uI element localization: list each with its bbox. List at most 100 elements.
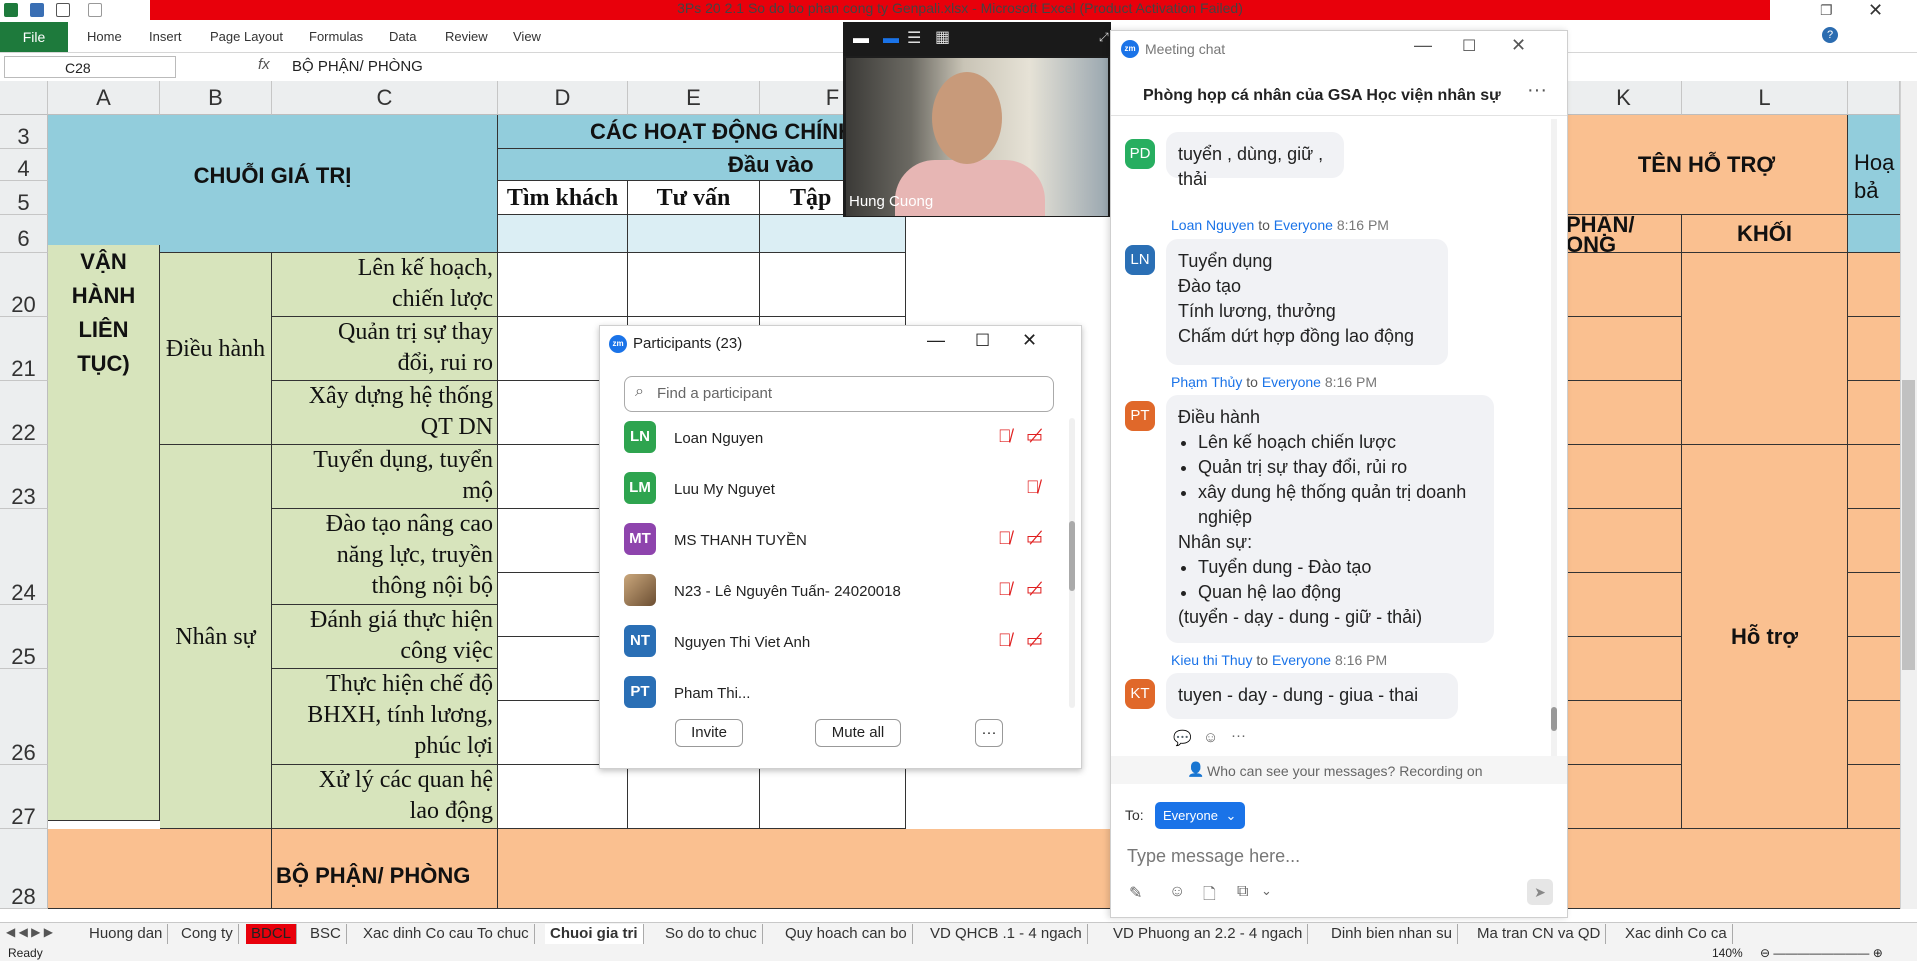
col-header-d[interactable]: D xyxy=(498,81,628,115)
sheet-tab[interactable]: Quy hoach can bo xyxy=(780,924,913,944)
cell-c28[interactable]: BỘ PHẬN/ PHÒNG xyxy=(272,829,498,909)
row-header-23[interactable]: 23 xyxy=(0,445,48,509)
cells-m[interactable] xyxy=(1848,253,1900,829)
minimize-icon[interactable]: ▬ xyxy=(853,30,869,48)
sheet-tab[interactable]: Huong dan xyxy=(84,924,169,944)
tab-data[interactable]: Data xyxy=(389,29,416,44)
cell-nhan-su[interactable]: Nhân sự xyxy=(160,445,272,829)
cell-c23[interactable]: Tuyển dụng, tuyển mộ xyxy=(272,445,498,509)
help-icon[interactable]: ? xyxy=(1822,27,1838,43)
cell-e6[interactable] xyxy=(628,215,760,253)
sender-name[interactable]: Kieu thi Thuy xyxy=(1171,652,1252,668)
chat-bubble[interactable]: Điều hành Lên kế hoạch chiến lược Quản t… xyxy=(1166,395,1494,643)
camera-off-icon[interactable]: ▭̸ xyxy=(1026,579,1050,601)
chat-message-list[interactable]: PD tuyển , dùng, giữ , thải Loan Nguyen … xyxy=(1111,119,1567,759)
participants-window[interactable]: zm Participants (23) — ☐ ✕ ⌕ Find a part… xyxy=(599,325,1082,769)
row-header-24[interactable]: 24 xyxy=(0,509,48,605)
restore-icon[interactable]: ❐ xyxy=(1820,2,1833,19)
chat-scrollbar[interactable] xyxy=(1551,119,1557,759)
sheet-tab[interactable]: Xac dinh Co cau To chuc xyxy=(358,924,535,944)
cell-c27[interactable]: Xử lý các quan hệ lao động xyxy=(272,765,498,829)
tab-view[interactable]: View xyxy=(513,29,541,44)
cell-dieu-hanh[interactable]: Điều hành xyxy=(160,253,272,445)
screenshot-icon[interactable]: ⧉ xyxy=(1237,883,1248,901)
redo-icon[interactable] xyxy=(88,3,102,17)
row-header-3[interactable]: 3 xyxy=(0,115,48,149)
list-item[interactable]: LN Loan Nguyen 🎙̸ ▭̸ xyxy=(624,418,1054,458)
row-header-20[interactable]: 20 xyxy=(0,253,48,317)
save-icon[interactable] xyxy=(30,3,44,17)
minimize-icon[interactable]: — xyxy=(927,330,945,351)
privacy-text[interactable]: Who can see your messages? Recording on xyxy=(1207,763,1482,779)
undo-icon[interactable] xyxy=(56,3,70,17)
cell-ho-tro[interactable]: Hỗ trợ xyxy=(1682,445,1848,829)
send-icon[interactable]: ➤ xyxy=(1527,879,1553,905)
cell-c20[interactable]: Lên kế hoạch, chiến lược xyxy=(272,253,498,317)
cell-khoi[interactable]: KHỐI xyxy=(1682,215,1848,253)
cell-m6[interactable] xyxy=(1848,215,1900,253)
cell-hoat-bang[interactable]: Hoạ bả xyxy=(1848,115,1900,215)
tab-formulas[interactable]: Formulas xyxy=(309,29,363,44)
chat-scroll-thumb[interactable] xyxy=(1551,707,1557,731)
meeting-chat-window[interactable]: zm Meeting chat — ☐ ✕ Phòng họp cá nhân … xyxy=(1110,30,1568,918)
col-header-k[interactable]: K xyxy=(1566,81,1682,115)
sheet-tab[interactable]: Ma tran CN va QD xyxy=(1472,924,1607,944)
maximize-icon[interactable]: ☐ xyxy=(975,331,990,351)
list-item[interactable]: PT Pham Thi... xyxy=(624,673,1054,708)
sheet-tab[interactable]: So do to chuc xyxy=(660,924,763,944)
camera-off-icon[interactable]: ▭̸ xyxy=(1026,630,1050,652)
zoom-level[interactable]: 140% xyxy=(1712,946,1743,960)
tab-home[interactable]: Home xyxy=(87,29,122,44)
row-header-28[interactable]: 28 xyxy=(0,829,48,909)
vertical-scroll-thumb[interactable] xyxy=(1902,380,1915,670)
list-item[interactable]: LM Luu My Nguyet 🎙̸ xyxy=(624,469,1054,509)
sheet-tab[interactable]: Cong ty xyxy=(176,924,239,944)
tab-review[interactable]: Review xyxy=(445,29,488,44)
mic-muted-icon[interactable]: 🎙̸ xyxy=(1026,477,1050,499)
col-header-c[interactable]: C xyxy=(272,81,498,115)
name-box[interactable]: C28 xyxy=(4,56,176,78)
row-header-5[interactable]: 5 xyxy=(0,181,48,215)
gallery-view-icon[interactable]: ▦ xyxy=(935,27,950,47)
row-header-22[interactable]: 22 xyxy=(0,381,48,445)
cell-chuoi-gia-tri[interactable]: CHUỖI GIÁ TRỊ xyxy=(48,115,498,253)
sheet-tab[interactable]: BDCL xyxy=(246,924,298,944)
tab-file[interactable]: File xyxy=(0,22,68,52)
close-icon[interactable]: ✕ xyxy=(1022,330,1037,351)
fx-icon[interactable]: fx xyxy=(258,56,270,73)
row-header-27[interactable]: 27 xyxy=(0,765,48,829)
cell-c26[interactable]: Thực hiện chế độ BHXH, tính lương, phúc … xyxy=(272,669,498,765)
sheet-tab[interactable]: VD QHCB .1 - 4 ngach xyxy=(925,924,1088,944)
file-icon[interactable]: 🗋 xyxy=(1203,883,1216,910)
row-header-21[interactable]: 21 xyxy=(0,317,48,381)
expand-icon[interactable]: ⤢ xyxy=(1099,30,1109,45)
formula-value[interactable]: BỘ PHẬN/ PHÒNG xyxy=(292,58,423,75)
participant-list[interactable]: LN Loan Nguyen 🎙̸ ▭̸ LM Luu My Nguyet 🎙̸… xyxy=(600,418,1060,708)
chat-bubble[interactable]: tuyển , dùng, giữ , thải xyxy=(1166,132,1344,189)
format-icon[interactable]: ✎ xyxy=(1129,883,1142,903)
sheet-tab-active[interactable]: Chuoi gia tri xyxy=(545,924,644,944)
emoji-reaction-icon[interactable]: ☺ xyxy=(1203,729,1218,746)
recipient-dropdown[interactable]: Everyone ⌄ xyxy=(1155,802,1245,829)
cell-c22[interactable]: Xây dựng hệ thống QT DN xyxy=(272,381,498,445)
row-header-4[interactable]: 4 xyxy=(0,149,48,181)
tab-insert[interactable]: Insert xyxy=(149,29,182,44)
cell-ten-ho-tro[interactable]: TÊN HỖ TRỢ xyxy=(1566,115,1848,215)
minimize-icon[interactable]: — xyxy=(1414,35,1432,56)
recipient[interactable]: Everyone xyxy=(1274,217,1333,233)
row-header-6[interactable]: 6 xyxy=(0,215,48,253)
reply-icon[interactable]: 💬 xyxy=(1173,729,1192,747)
cell-f6[interactable] xyxy=(760,215,906,253)
camera-off-icon[interactable]: ▭̸ xyxy=(1026,426,1050,448)
sheet-tab[interactable]: Xac dinh Co ca xyxy=(1620,924,1733,944)
sheet-tab[interactable]: VD Phuong an 2.2 - 4 ngach xyxy=(1108,924,1309,944)
mute-all-button[interactable]: Mute all xyxy=(815,719,901,747)
recipient[interactable]: Everyone xyxy=(1262,374,1321,390)
close-icon[interactable]: ✕ xyxy=(1868,0,1883,21)
search-placeholder[interactable]: Find a participant xyxy=(657,385,772,402)
sheet-tab[interactable]: Dinh bien nhan su xyxy=(1326,924,1458,944)
tab-page-layout[interactable]: Page Layout xyxy=(210,29,283,44)
row-header-26[interactable]: 26 xyxy=(0,669,48,765)
list-item[interactable]: MT MS THANH TUYỀN 🎙̸ ▭̸ xyxy=(624,520,1054,560)
participant-scroll-thumb[interactable] xyxy=(1069,521,1075,591)
